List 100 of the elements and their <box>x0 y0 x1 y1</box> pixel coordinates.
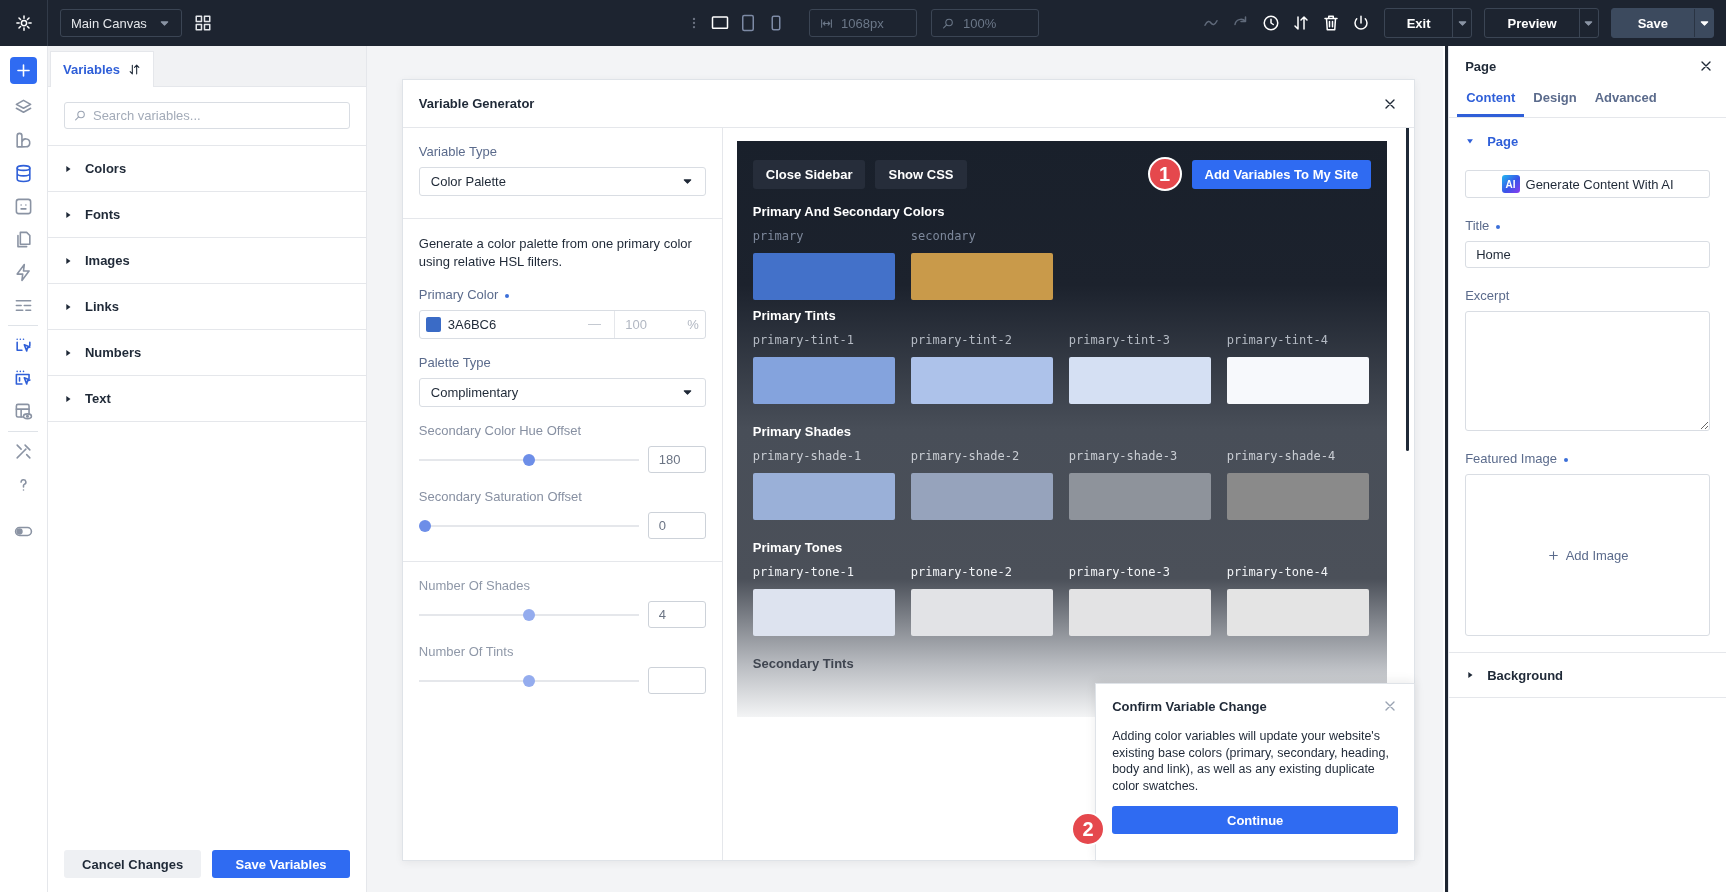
triangle-icon <box>1465 136 1476 146</box>
number-field[interactable] <box>647 667 706 695</box>
layout-eye-icon[interactable] <box>14 402 33 421</box>
sort-icon[interactable] <box>128 63 142 76</box>
group-heading: Primary Tones <box>752 540 844 555</box>
section-toggle[interactable]: Background <box>1449 653 1726 698</box>
description: Generate a color palette from one primary color using relative HSL filters. <box>418 235 693 272</box>
dialog-message: Adding color variables will update your website's existing base colors (primary, secondary, heading, body and link), as well as any existing duplicate color swatches. <box>1112 728 1390 794</box>
input-field[interactable]: Home <box>1465 241 1710 268</box>
close-sidebar-button[interactable]: Close Sidebar <box>752 159 866 189</box>
number-field[interactable]: 180 <box>647 446 706 474</box>
step-badge: 2 <box>1071 812 1106 846</box>
ai-button[interactable]: AI Generate Content With AI <box>1465 170 1710 198</box>
field-label: Secondary Saturation Offset <box>418 489 582 505</box>
desktop-icon[interactable] <box>711 14 729 32</box>
tab[interactable]: Advanced <box>1585 82 1666 117</box>
group-label: Fonts <box>84 207 121 222</box>
add-variables-button[interactable]: Add Variables To My Site <box>1191 159 1372 189</box>
field-label: Variable Type <box>418 144 498 159</box>
swatch-name: primary-shade-2 <box>910 449 1021 463</box>
dialog-title: Variable Generator <box>418 96 535 111</box>
database-icon[interactable] <box>14 164 33 183</box>
select-field[interactable]: Complimentary <box>418 378 706 408</box>
canvas-select[interactable]: Main Canvas <box>60 9 182 37</box>
textarea-field[interactable] <box>1465 311 1710 431</box>
clock-icon[interactable] <box>1261 14 1280 32</box>
variables-tab[interactable]: Variables <box>49 51 155 87</box>
tablet-icon[interactable] <box>739 14 757 32</box>
variable-group[interactable]: Numbers <box>47 330 366 376</box>
cancel-button[interactable]: Cancel Changes <box>63 850 202 878</box>
shapes-icon[interactable] <box>14 131 33 150</box>
group-heading: Primary Tints <box>752 308 837 323</box>
swatch-name: primary-tint-2 <box>910 333 1013 347</box>
select-field[interactable]: Color Palette <box>418 167 706 196</box>
group-label: Text <box>84 391 111 406</box>
swatch-name: primary-tone-3 <box>1068 565 1171 579</box>
tab[interactable]: Content <box>1457 82 1525 117</box>
swatch-name: primary-tint-1 <box>752 333 855 347</box>
group-heading: Secondary Tints <box>752 656 855 671</box>
grid-icon[interactable] <box>194 14 212 32</box>
search-field[interactable]: Search variables... <box>63 102 350 129</box>
swatch-name: primary-tone-2 <box>910 565 1013 579</box>
variable-group[interactable]: Links <box>47 284 366 330</box>
power-icon[interactable] <box>1351 14 1370 32</box>
number-field[interactable]: 0 <box>647 512 706 540</box>
slider-thumb[interactable] <box>522 674 535 687</box>
zoom-field[interactable]: 100% <box>931 9 1039 37</box>
field-label: Secondary Color Hue Offset <box>418 423 582 439</box>
search-icon <box>942 16 955 30</box>
group-label: Links <box>84 299 119 314</box>
variable-group[interactable]: Fonts <box>47 192 366 238</box>
slider-thumb[interactable] <box>418 519 431 532</box>
number-field[interactable]: 4 <box>647 601 706 629</box>
variable-group[interactable]: Images <box>47 238 366 284</box>
copy-icon[interactable] <box>14 230 33 249</box>
scrollbar[interactable] <box>1406 128 1410 451</box>
swatch-name: primary <box>752 229 805 243</box>
swatch-name: primary-tint-3 <box>1068 333 1171 347</box>
width-icon <box>820 16 833 30</box>
field-label: Palette Type <box>418 355 491 371</box>
dialog-title: Confirm Variable Change <box>1112 698 1267 714</box>
show-css-button[interactable]: Show CSS <box>875 159 967 189</box>
field-label: Featured Image <box>1465 451 1568 466</box>
widget-icon[interactable] <box>14 197 33 216</box>
variable-group[interactable]: Colors <box>47 146 366 192</box>
variable-group[interactable]: Text <box>47 376 366 422</box>
sort-icon[interactable] <box>1291 14 1310 32</box>
color-field[interactable]: 3A6BC6 100 % <box>418 310 706 340</box>
field-label: Number Of Tints <box>418 644 514 660</box>
swatch-name: primary-shade-4 <box>1226 449 1337 463</box>
select-cursor-icon[interactable] <box>14 336 33 355</box>
plus-icon <box>14 61 33 80</box>
add-button[interactable] <box>10 57 37 84</box>
group-label: Colors <box>84 161 127 176</box>
swatch-name: primary-tone-4 <box>1226 565 1329 579</box>
field-label: Excerpt <box>1465 288 1510 303</box>
swatch-name: primary-tone-1 <box>752 565 855 579</box>
section-toggle[interactable]: Page <box>1465 124 1710 158</box>
tools-icon[interactable] <box>14 442 33 461</box>
add-image-button[interactable]: Add Image <box>1540 546 1635 564</box>
swatch-name: secondary <box>910 229 977 243</box>
bolt-icon[interactable] <box>14 263 33 282</box>
group-heading: Primary And Secondary Colors <box>752 204 946 219</box>
trash-icon[interactable] <box>1321 14 1340 32</box>
continue-button[interactable]: Continue <box>1112 806 1399 834</box>
multi-select-icon[interactable] <box>14 369 33 388</box>
swatch-name: primary-shade-3 <box>1068 449 1179 463</box>
group-label: Images <box>84 253 130 268</box>
panel-title: Page <box>1465 58 1497 74</box>
settings-icon[interactable] <box>14 14 33 32</box>
plus-icon <box>1546 548 1560 562</box>
slider-thumb[interactable] <box>522 453 535 466</box>
group-label: Numbers <box>84 345 142 360</box>
slider-thumb[interactable] <box>522 608 535 621</box>
save-button[interactable]: Save Variables <box>212 850 350 878</box>
field-label: Title <box>1465 218 1501 233</box>
swatch-name: primary-tint-4 <box>1226 333 1329 347</box>
tab[interactable]: Design <box>1524 82 1586 117</box>
tab-label: Variables <box>62 62 121 77</box>
group-heading: Primary Shades <box>752 424 853 439</box>
